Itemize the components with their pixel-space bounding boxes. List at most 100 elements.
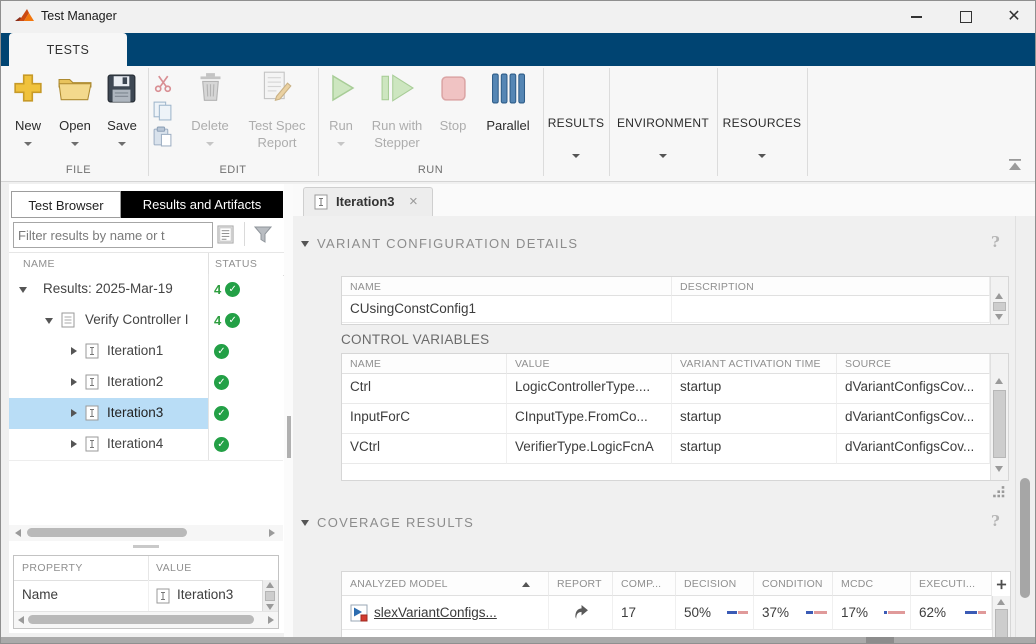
- parallel-button[interactable]: [489, 72, 527, 110]
- tree-row-results[interactable]: Results: 2025-Mar-19 4 ✓: [9, 274, 283, 306]
- open-button[interactable]: [58, 74, 92, 107]
- tree-row-testsuite[interactable]: Verify Controller I 4 ✓: [9, 305, 283, 337]
- open-dropdown-caret[interactable]: [71, 142, 79, 146]
- cov-header-condition[interactable]: CONDITION: [754, 572, 833, 596]
- cov-cell-execution[interactable]: 62%: [911, 596, 992, 630]
- scroll-right-icon[interactable]: [269, 529, 275, 537]
- tree-row-iteration2[interactable]: Iteration2 ✓: [9, 367, 283, 399]
- expander-closed-icon[interactable]: [71, 409, 77, 417]
- cv-cell[interactable]: dVariantConfigsCov...: [837, 374, 990, 404]
- scrollbar-thumb[interactable]: [866, 637, 894, 643]
- cv-cell[interactable]: InputForC: [342, 404, 507, 434]
- cv-header-name[interactable]: NAME: [342, 354, 507, 374]
- stop-button[interactable]: [439, 74, 468, 108]
- results-menu-label[interactable]: RESULTS: [543, 116, 609, 130]
- delete-dropdown-caret[interactable]: [206, 142, 214, 146]
- save-button[interactable]: [107, 74, 136, 108]
- expander-closed-icon[interactable]: [71, 378, 77, 386]
- scrollbar-thumb[interactable]: [28, 615, 254, 624]
- cv-cell[interactable]: CInputType.FromCo...: [507, 404, 672, 434]
- tree-row-iteration4[interactable]: Iteration4 ✓: [9, 429, 283, 461]
- add-column-button[interactable]: [992, 572, 1010, 597]
- cov-header-execution[interactable]: EXECUTI...: [911, 572, 992, 596]
- cov-cell-mcdc[interactable]: 17%: [833, 596, 911, 630]
- report-options-button[interactable]: [212, 222, 238, 247]
- expander-closed-icon[interactable]: [71, 440, 77, 448]
- config-cell-description[interactable]: [672, 296, 990, 323]
- scrollbar-thumb[interactable]: [993, 390, 1006, 458]
- document-tab-iteration3[interactable]: Iteration3 ×: [303, 187, 433, 216]
- scroll-up-icon[interactable]: [997, 599, 1005, 605]
- scroll-up-icon[interactable]: [266, 582, 274, 588]
- results-dropdown-caret[interactable]: [572, 154, 580, 158]
- environment-menu-label[interactable]: ENVIRONMENT: [609, 116, 717, 130]
- resources-dropdown-caret[interactable]: [758, 154, 766, 158]
- test-spec-report-button[interactable]: [261, 70, 292, 108]
- new-dropdown-caret[interactable]: [24, 142, 32, 146]
- cv-header-value[interactable]: VALUE: [507, 354, 672, 374]
- maximize-button[interactable]: [949, 1, 983, 33]
- paste-button[interactable]: [152, 126, 173, 152]
- run-button[interactable]: [327, 72, 357, 109]
- filter-results-input[interactable]: [13, 222, 213, 248]
- cv-cell[interactable]: startup: [672, 374, 837, 404]
- scroll-down-icon[interactable]: [995, 466, 1003, 472]
- section-collapse-icon[interactable]: [301, 241, 309, 247]
- main-vertical-scrollbar[interactable]: [1015, 216, 1035, 637]
- config-table-scrollbar[interactable]: [990, 277, 1008, 324]
- tree-row-iteration3-selected[interactable]: Iteration3 ✓: [9, 398, 283, 430]
- cov-cell-report[interactable]: [549, 596, 613, 630]
- test-spec-label-line2[interactable]: Report: [237, 135, 317, 151]
- model-link[interactable]: slexVariantConfigs...: [374, 605, 497, 620]
- property-horizontal-scrollbar[interactable]: [14, 611, 278, 628]
- cv-cell[interactable]: VCtrl: [342, 434, 507, 464]
- vertical-splitter-handle[interactable]: [287, 416, 291, 458]
- cv-header-activation-time[interactable]: VARIANT ACTIVATION TIME: [672, 354, 837, 374]
- cov-header-decision[interactable]: DECISION: [676, 572, 754, 596]
- resources-menu-label[interactable]: RESOURCES: [717, 116, 807, 130]
- property-row-name[interactable]: Name Iteration3: [14, 580, 263, 612]
- new-button[interactable]: [13, 72, 43, 109]
- expander-closed-icon[interactable]: [71, 347, 77, 355]
- config-header-description[interactable]: DESCRIPTION: [672, 277, 990, 296]
- parallel-label[interactable]: Parallel: [477, 118, 539, 134]
- config-cell-name[interactable]: CUsingConstConfig1: [342, 296, 672, 323]
- cv-cell[interactable]: startup: [672, 404, 837, 434]
- cut-button[interactable]: [154, 74, 173, 98]
- expander-open-icon[interactable]: [45, 318, 53, 324]
- resize-grip-icon[interactable]: [991, 484, 1006, 499]
- scroll-left-icon[interactable]: [18, 616, 24, 624]
- sort-ascending-icon[interactable]: [522, 582, 530, 587]
- close-button[interactable]: ✕: [997, 1, 1031, 33]
- scroll-up-icon[interactable]: [995, 293, 1003, 299]
- cv-cell[interactable]: VerifierType.LogicFcnA: [507, 434, 672, 464]
- cov-header-analyzed-model[interactable]: ANALYZED MODEL: [342, 572, 549, 596]
- tree-horizontal-scrollbar[interactable]: [9, 525, 283, 541]
- scrollbar-thumb[interactable]: [1020, 478, 1030, 598]
- cv-table-scrollbar[interactable]: [990, 354, 1008, 480]
- scroll-right-icon[interactable]: [268, 616, 274, 624]
- cv-cell[interactable]: LogicControllerType....: [507, 374, 672, 404]
- tab-results-and-artifacts[interactable]: Results and Artifacts: [121, 191, 283, 218]
- cv-cell[interactable]: dVariantConfigsCov...: [837, 404, 990, 434]
- cv-header-source[interactable]: SOURCE: [837, 354, 990, 374]
- coverage-section-title[interactable]: COVERAGE RESULTS: [317, 515, 474, 530]
- save-label[interactable]: Save: [95, 118, 149, 134]
- variant-section-title[interactable]: VARIANT CONFIGURATION DETAILS: [317, 236, 578, 251]
- scroll-left-icon[interactable]: [15, 529, 21, 537]
- vertical-splitter[interactable]: [284, 184, 293, 639]
- panel-splitter-handle[interactable]: [133, 545, 159, 548]
- scrollbar-thumb[interactable]: [993, 302, 1006, 311]
- run-with-stepper-button[interactable]: [377, 72, 417, 109]
- cov-cell-condition[interactable]: 37%: [754, 596, 833, 630]
- cov-cell-complexity[interactable]: 17: [613, 596, 676, 630]
- run-stepper-label-line2[interactable]: Stepper: [357, 135, 437, 151]
- scrollbar-thumb[interactable]: [265, 591, 275, 601]
- scrollbar-thumb[interactable]: [995, 609, 1008, 639]
- cov-cell-decision[interactable]: 50%: [676, 596, 754, 630]
- test-spec-label-line1[interactable]: Test Spec: [237, 118, 317, 134]
- ribbon-tab-tests[interactable]: TESTS: [9, 33, 127, 66]
- expander-open-icon[interactable]: [19, 287, 27, 293]
- stop-label[interactable]: Stop: [426, 118, 480, 134]
- report-link-icon[interactable]: [573, 605, 589, 621]
